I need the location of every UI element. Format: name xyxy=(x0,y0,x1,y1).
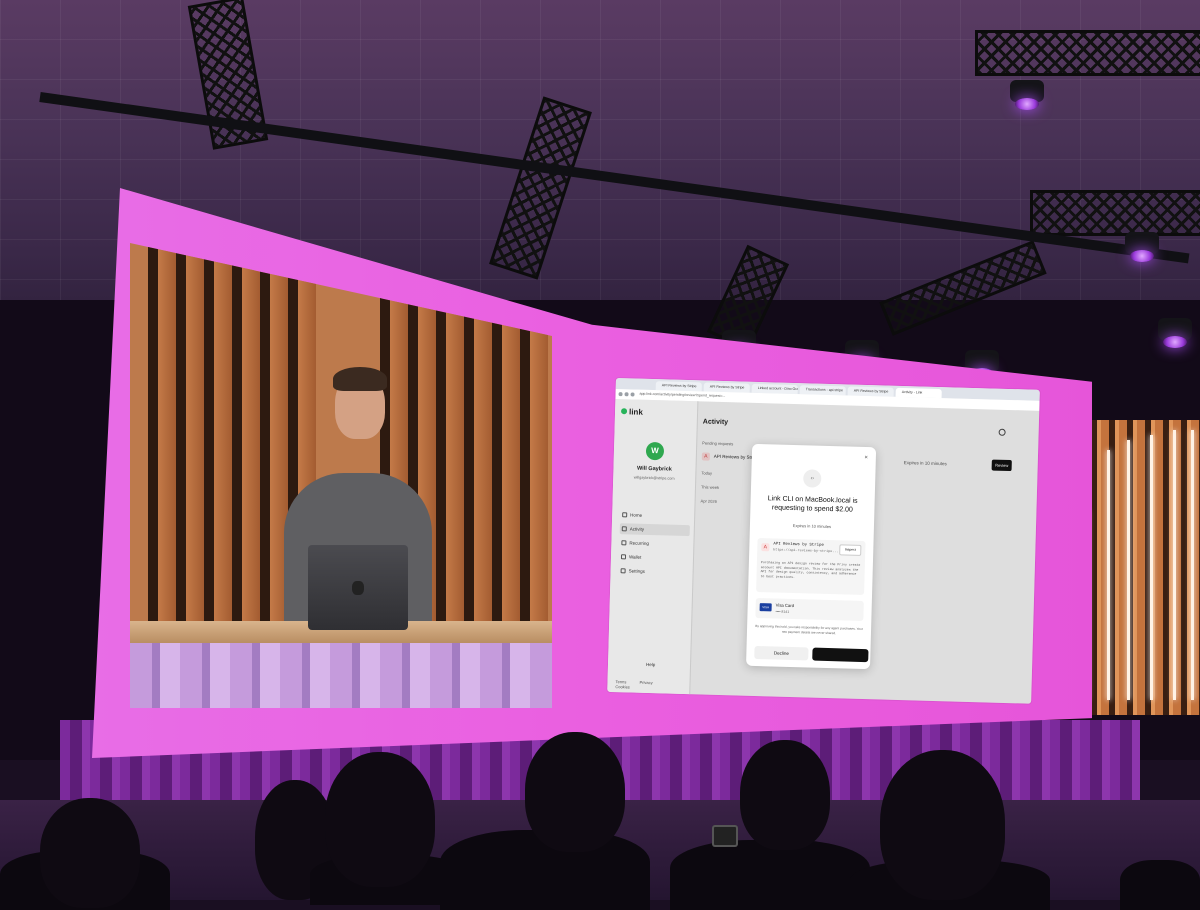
truss-right-mid xyxy=(1030,190,1200,236)
presenter-hair xyxy=(333,367,387,391)
sidebar-item-label: Wallet xyxy=(628,554,642,560)
phone xyxy=(712,825,738,847)
audience-head xyxy=(740,740,830,850)
wood-slat xyxy=(158,243,176,633)
sidebar-item-home[interactable]: Home xyxy=(620,509,690,522)
led-bar xyxy=(1127,440,1130,700)
decline-button[interactable]: Decline xyxy=(754,645,809,661)
wood-gap xyxy=(148,243,158,633)
audience-member xyxy=(1120,860,1200,910)
visa-icon: VISA xyxy=(759,603,772,612)
audience-head xyxy=(880,750,1005,900)
sidebar-item-settings[interactable]: Settings xyxy=(618,565,688,578)
audience-head xyxy=(525,732,625,852)
audience-head xyxy=(325,752,435,887)
spend-request-modal: × ‹› Link CLI on MacBook.local is reques… xyxy=(746,443,877,670)
cookies-link[interactable]: Cookies xyxy=(615,684,630,689)
close-icon[interactable]: × xyxy=(864,455,868,461)
recurring-icon xyxy=(621,540,627,546)
wood-gap xyxy=(232,243,242,633)
disclaimer: By approving this hold, you take respons… xyxy=(755,623,864,635)
sidebar-item-label: Activity xyxy=(629,526,645,532)
merchant-description: Purchasing an API design review for the … xyxy=(760,560,861,579)
merchant-icon: A xyxy=(761,543,770,552)
merchant-card: A API Reviews by Stripe https://api-revi… xyxy=(756,538,866,596)
user-name: Will Gaybrick xyxy=(636,465,672,473)
code-icon: ‹› xyxy=(803,469,822,488)
led-bar xyxy=(1173,430,1176,700)
home-icon xyxy=(622,512,628,518)
sidebar-item-activity[interactable]: Activity xyxy=(619,523,690,537)
sidebar: link W Will Gaybrick willgaybrick@stripe… xyxy=(607,398,699,695)
url-text: app.link.com/activity/pending/review?spe… xyxy=(639,391,726,399)
wood-gap xyxy=(260,243,270,633)
laptop-logo xyxy=(352,581,364,595)
inspect-button[interactable]: Inspect xyxy=(839,544,862,556)
modal-expires: Expires in 10 minutes xyxy=(792,522,832,530)
laptop xyxy=(308,545,408,630)
sidebar-item-recurring[interactable]: Recurring xyxy=(619,537,689,550)
privacy-link[interactable]: Privacy xyxy=(639,680,652,685)
link-logo-text: link xyxy=(628,407,643,417)
merchant-name: API Reviews by Stripe xyxy=(773,542,824,548)
led-bar xyxy=(1150,435,1153,700)
link-logo-icon xyxy=(620,408,628,415)
footer-links: Terms Privacy Cookies xyxy=(615,679,689,691)
wood-slat xyxy=(214,243,232,633)
activity-icon xyxy=(621,526,627,532)
audience-head xyxy=(40,798,140,908)
card-name: Visa Card xyxy=(775,602,795,609)
wood-gap xyxy=(204,243,214,633)
sidebar-item-label: Home xyxy=(630,512,643,518)
help-link[interactable]: Help xyxy=(646,662,655,667)
wood-slat xyxy=(242,243,260,633)
modal-title: Link CLI on MacBook.local is requesting … xyxy=(767,495,858,514)
approve-button[interactable] xyxy=(812,647,869,663)
truss-right-top xyxy=(975,30,1200,76)
sidebar-item-label: Settings xyxy=(628,568,645,574)
stage-light xyxy=(1125,232,1159,262)
forward-icon[interactable] xyxy=(624,392,629,397)
back-icon[interactable] xyxy=(618,392,623,397)
stage-light xyxy=(1158,318,1192,348)
browser-window: API Reviews by Stripe API Reviews by Str… xyxy=(607,378,1040,704)
user-email: willgaybrick@stripe.com xyxy=(633,475,675,481)
card-number: •••• 8141 xyxy=(775,609,790,614)
payment-card-row[interactable]: VISA Visa Card •••• 8141 xyxy=(755,597,864,622)
stage-light xyxy=(1010,80,1044,110)
avatar[interactable]: W xyxy=(645,441,665,461)
led-bar xyxy=(1107,450,1110,700)
desk-front xyxy=(130,643,552,708)
wood-gap xyxy=(176,243,186,633)
reload-icon[interactable] xyxy=(630,392,635,397)
led-bar xyxy=(1191,430,1194,700)
wood-slat xyxy=(186,243,204,633)
merchant-url: https://api-reviews-by-stripe... xyxy=(773,548,839,555)
sidebar-item-wallet[interactable]: Wallet xyxy=(619,551,689,564)
gear-icon xyxy=(620,568,626,574)
sidebar-item-label: Recurring xyxy=(629,540,649,546)
wallet-icon xyxy=(620,554,627,560)
